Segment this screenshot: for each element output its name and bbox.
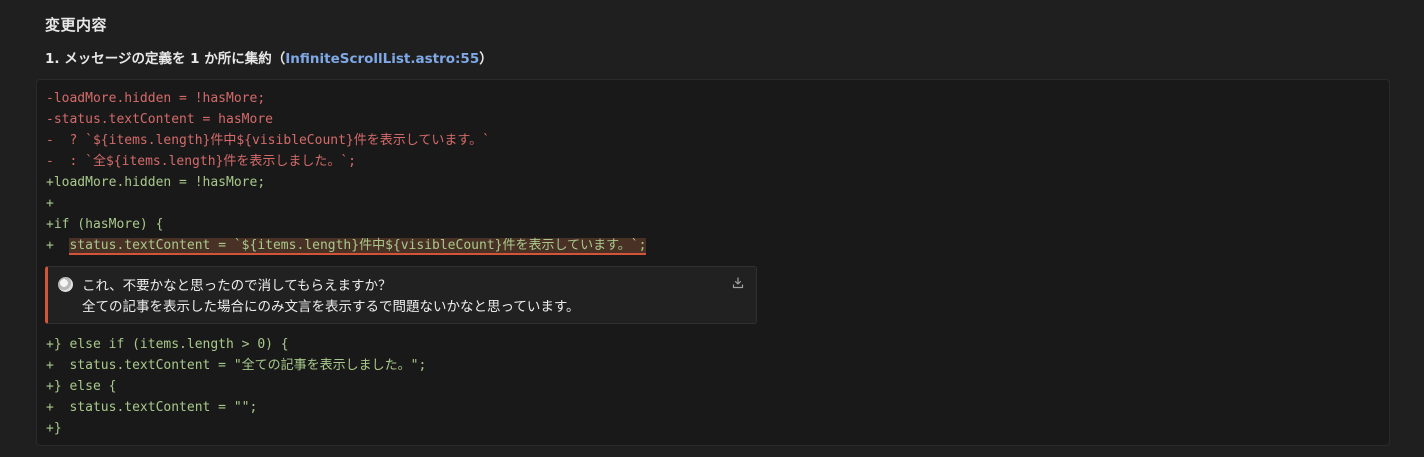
comment-text-line-2: 全ての記事を表示した場合にのみ文言を表示するで問題ないかなと思っています。 bbox=[82, 299, 580, 315]
diff-line: - ? `${items.length}件中${visibleCount}件を表… bbox=[46, 133, 490, 148]
diff-line: -loadMore.hidden = !hasMore; bbox=[46, 91, 266, 106]
change-heading-prefix: 1. メッセージの定義を 1 か所に集約（ bbox=[45, 51, 286, 67]
diff-line: + status.textContent = "全ての記事を表示しました。"; bbox=[46, 358, 427, 373]
commented-code-highlight[interactable]: status.textContent = `${items.length}件中$… bbox=[69, 238, 647, 255]
change-heading: 1. メッセージの定義を 1 か所に集約（InfiniteScrollList.… bbox=[45, 47, 493, 67]
diff-line-highlighted[interactable]: + status.textContent = `${items.length}件… bbox=[46, 235, 647, 256]
review-comment: これ、不要かなと思ったので消してもらえますか？ 全ての記事を表示した場合にのみ文… bbox=[45, 266, 757, 324]
download-icon[interactable] bbox=[732, 277, 744, 289]
avatar bbox=[58, 277, 73, 292]
diff-line: +} else { bbox=[46, 379, 117, 394]
diff-line: +} else if (items.length > 0) { bbox=[46, 337, 289, 352]
diff-code-panel: -loadMore.hidden = !hasMore; -status.tex… bbox=[36, 79, 1390, 446]
change-heading-suffix: ） bbox=[479, 51, 493, 67]
diff-line: +} bbox=[46, 421, 62, 436]
diff-line: +if (hasMore) { bbox=[46, 217, 164, 232]
diff-line: + status.textContent = ""; bbox=[46, 400, 258, 415]
file-link[interactable]: InfiniteScrollList.astro:55 bbox=[285, 51, 479, 67]
comment-text-line-1: これ、不要かなと思ったので消してもらえますか？ bbox=[82, 278, 392, 294]
diff-line: +loadMore.hidden = !hasMore; bbox=[46, 175, 266, 190]
diff-line: - : `全${items.length}件を表示しました。`; bbox=[46, 154, 357, 169]
section-title: 変更内容 bbox=[45, 16, 108, 34]
diff-line-prefix: + bbox=[46, 238, 70, 253]
diff-line: -status.textContent = hasMore bbox=[46, 112, 273, 127]
diff-line: + bbox=[46, 196, 54, 211]
